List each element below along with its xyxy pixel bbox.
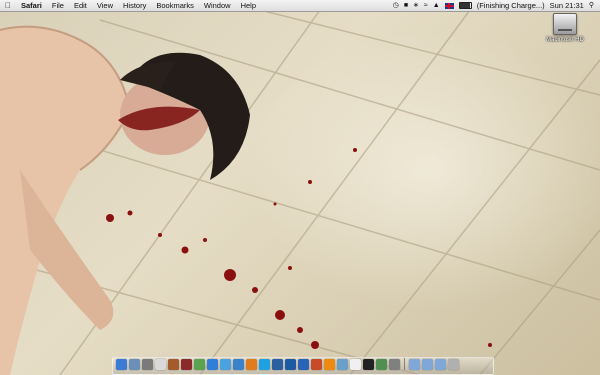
menu-extras: ◷ ■ ∗ ≈ ▲ (Finishing Charge...) Sun 21:3… — [393, 0, 600, 11]
terminal-icon[interactable] — [363, 358, 374, 370]
menu-window[interactable]: Window — [199, 0, 236, 11]
system-preferences-icon[interactable] — [142, 358, 153, 370]
powerpoint-icon[interactable] — [311, 358, 322, 370]
word-icon[interactable] — [298, 358, 309, 370]
mail-icon[interactable] — [129, 358, 140, 370]
activity-icon[interactable] — [376, 358, 387, 370]
dock-separator — [404, 358, 405, 370]
wifi-icon[interactable]: ≈ — [424, 0, 428, 11]
desktop-wallpaper — [0, 0, 600, 375]
firefox-icon[interactable] — [246, 358, 257, 370]
battery-fill — [459, 3, 471, 8]
dictionary-icon[interactable] — [181, 358, 192, 370]
iphoto-icon[interactable] — [194, 358, 205, 370]
vlc-icon[interactable] — [324, 358, 335, 370]
time-machine-icon[interactable]: ◷ — [393, 0, 399, 11]
itunes-icon[interactable] — [233, 358, 244, 370]
menu-bar:  Safari File Edit View History Bookmark… — [0, 0, 600, 12]
macintosh-hd[interactable]: Macintosh HD — [542, 13, 588, 43]
ichat-icon[interactable] — [220, 358, 231, 370]
app-menu[interactable]: Safari — [16, 0, 47, 11]
menu-history[interactable]: History — [118, 0, 151, 11]
menu-bookmarks[interactable]: Bookmarks — [151, 0, 199, 11]
wallpaper-art — [0, 9, 600, 375]
clock[interactable]: Sun 21:31 — [550, 1, 584, 10]
spotlight-icon[interactable]: ⚲ — [589, 0, 594, 11]
flag-uk-icon[interactable] — [444, 2, 454, 9]
battery-status[interactable]: (Finishing Charge...) — [477, 1, 545, 10]
address-book-icon[interactable] — [168, 358, 179, 370]
apple-menu-icon[interactable]:  — [0, 1, 16, 10]
utility-icon[interactable] — [389, 358, 400, 370]
ical-icon[interactable] — [155, 358, 166, 370]
finder-icon[interactable] — [116, 358, 127, 370]
adium-icon[interactable]: ■ — [404, 0, 408, 11]
dock-items — [116, 357, 459, 371]
documents-folder-icon[interactable] — [422, 358, 433, 370]
preview-icon[interactable] — [337, 358, 348, 370]
menu-file[interactable]: File — [47, 0, 69, 11]
folder-icon[interactable] — [409, 358, 420, 370]
menu-view[interactable]: View — [92, 0, 118, 11]
volume-icon[interactable]: ▲ — [433, 0, 440, 11]
hard-drive-icon — [553, 13, 577, 35]
safari-icon[interactable] — [207, 358, 218, 370]
hd-label: Macintosh HD — [546, 37, 584, 43]
photoshop-icon[interactable] — [285, 358, 296, 370]
battery-icon[interactable] — [458, 2, 472, 9]
trash-icon[interactable] — [448, 358, 459, 370]
textedit-icon[interactable] — [350, 358, 361, 370]
network-icon[interactable] — [272, 358, 283, 370]
menu-edit[interactable]: Edit — [69, 0, 92, 11]
menu-help[interactable]: Help — [236, 0, 261, 11]
skype-icon[interactable] — [259, 358, 270, 370]
downloads-folder-icon[interactable] — [435, 358, 446, 370]
bluetooth-icon[interactable]: ∗ — [413, 0, 419, 11]
